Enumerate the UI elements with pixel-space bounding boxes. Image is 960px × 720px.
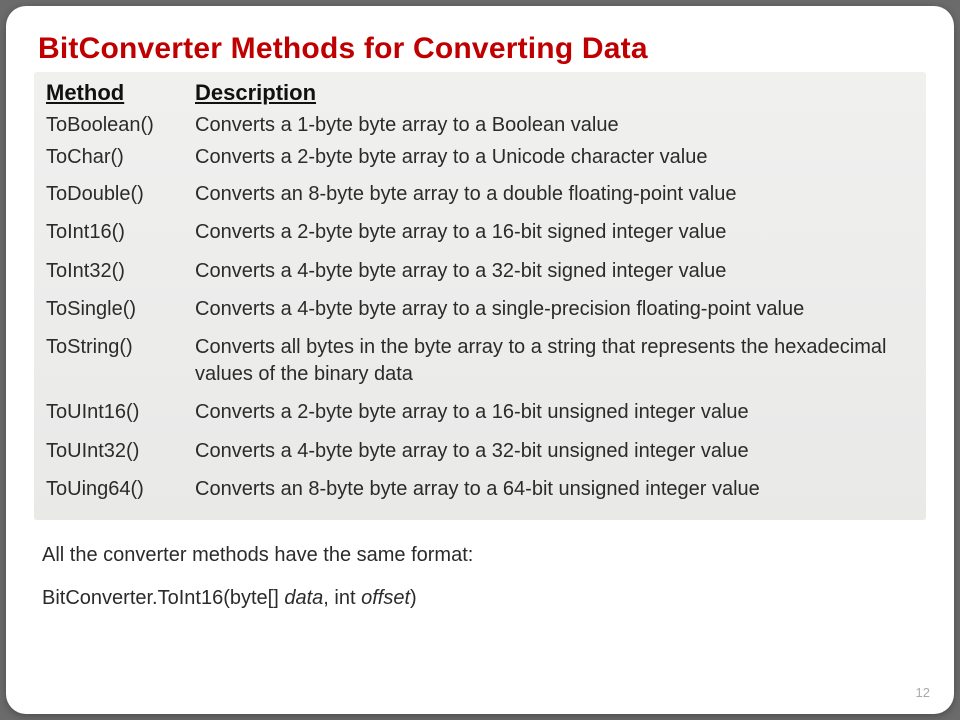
code-mid: , int — [323, 587, 361, 609]
slide: BitConverter Methods for Converting Data… — [6, 6, 954, 714]
cell-description: Converts a 4-byte byte array to a single… — [191, 290, 918, 328]
note-line: All the converter methods have the same … — [42, 544, 926, 567]
page-number: 12 — [916, 685, 930, 700]
table-row: ToInt32() Converts a 4-byte byte array t… — [42, 252, 918, 290]
table-row: ToUInt16() Converts a 2-byte byte array … — [42, 393, 918, 431]
table-row: ToChar() Converts a 2-byte byte array to… — [42, 142, 918, 174]
cell-method: ToUing64() — [42, 470, 191, 508]
methods-table: Method Description ToBoolean() Converts … — [42, 78, 918, 508]
header-description: Description — [191, 78, 918, 110]
notes-area: All the converter methods have the same … — [42, 544, 926, 610]
header-method: Method — [42, 78, 191, 110]
cell-description: Converts a 2-byte byte array to a 16-bit… — [191, 213, 918, 251]
cell-description: Converts a 2-byte byte array to a 16-bit… — [191, 393, 918, 431]
cell-method: ToUInt16() — [42, 393, 191, 431]
table-row: ToUInt32() Converts a 4-byte byte array … — [42, 432, 918, 470]
methods-table-area: Method Description ToBoolean() Converts … — [34, 72, 926, 520]
code-example: BitConverter.ToInt16(byte[] data, int of… — [42, 587, 926, 610]
slide-container: BitConverter Methods for Converting Data… — [0, 0, 960, 720]
cell-description: Converts an 8-byte byte array to a doubl… — [191, 175, 918, 213]
cell-method: ToChar() — [42, 142, 191, 174]
table-row: ToString() Converts all bytes in the byt… — [42, 328, 918, 393]
cell-method: ToInt32() — [42, 252, 191, 290]
table-row: ToUing64() Converts an 8-byte byte array… — [42, 470, 918, 508]
cell-description: Converts a 4-byte byte array to a 32-bit… — [191, 252, 918, 290]
slide-title: BitConverter Methods for Converting Data — [38, 32, 926, 66]
cell-description: Converts all bytes in the byte array to … — [191, 328, 918, 393]
table-row: ToInt16() Converts a 2-byte byte array t… — [42, 213, 918, 251]
cell-method: ToDouble() — [42, 175, 191, 213]
table-header-row: Method Description — [42, 78, 918, 110]
cell-method: ToUInt32() — [42, 432, 191, 470]
table-row: ToDouble() Converts an 8-byte byte array… — [42, 175, 918, 213]
cell-method: ToSingle() — [42, 290, 191, 328]
cell-method: ToBoolean() — [42, 110, 191, 142]
code-suffix: ) — [410, 587, 417, 609]
code-param-offset: offset — [361, 587, 410, 609]
cell-description: Converts an 8-byte byte array to a 64-bi… — [191, 470, 918, 508]
table-row: ToSingle() Converts a 4-byte byte array … — [42, 290, 918, 328]
code-param-data: data — [284, 587, 323, 609]
cell-description: Converts a 1-byte byte array to a Boolea… — [191, 110, 918, 142]
table-row: ToBoolean() Converts a 1-byte byte array… — [42, 110, 918, 142]
code-prefix: BitConverter.ToInt16(byte[] — [42, 587, 284, 609]
cell-method: ToInt16() — [42, 213, 191, 251]
cell-description: Converts a 4-byte byte array to a 32-bit… — [191, 432, 918, 470]
cell-description: Converts a 2-byte byte array to a Unicod… — [191, 142, 918, 174]
cell-method: ToString() — [42, 328, 191, 393]
